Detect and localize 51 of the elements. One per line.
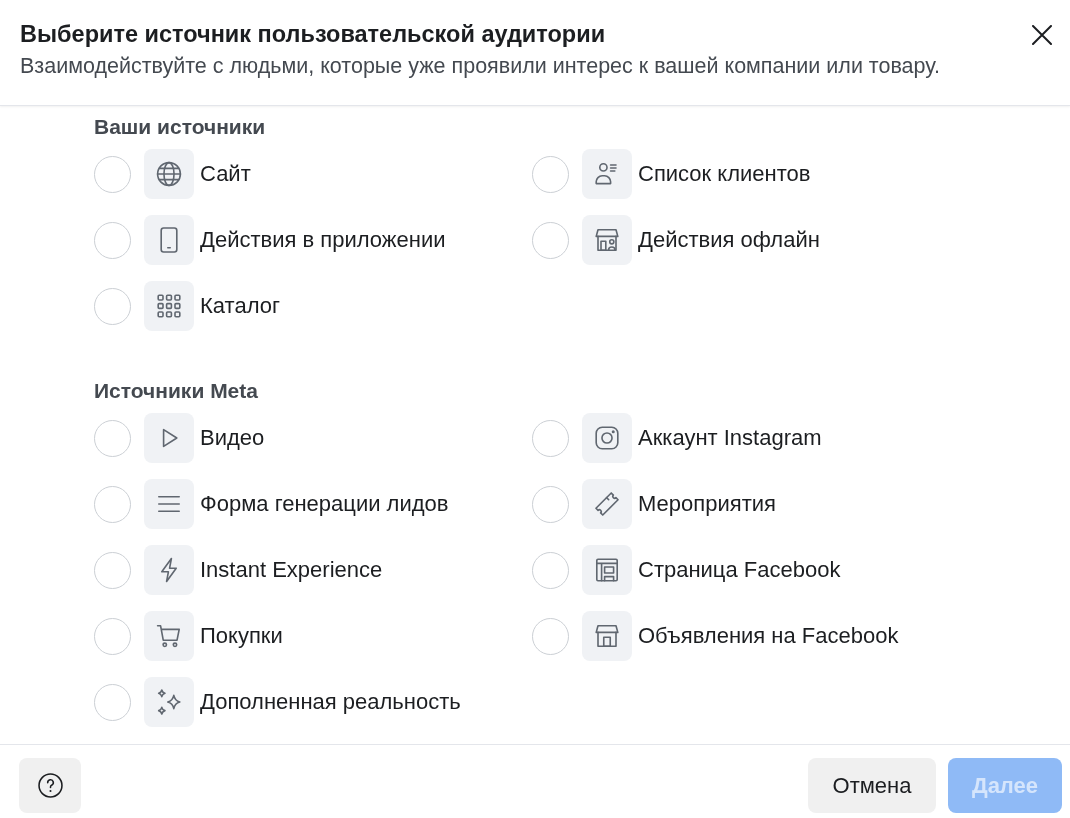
option-label[interactable]: Мероприятия	[638, 491, 776, 517]
dialog-subtitle: Взаимодействуйте с людьми, которые уже проявили интерес к вашей компании или товару.	[20, 53, 940, 79]
help-icon	[37, 773, 63, 798]
camera-outline-icon	[582, 413, 632, 463]
smartphone-icon	[144, 215, 194, 265]
help-button[interactable]	[19, 758, 81, 813]
radio-button[interactable]	[94, 617, 131, 655]
radio-button[interactable]	[532, 551, 569, 589]
cancel-button[interactable]: Отмена	[808, 758, 936, 813]
radio-button[interactable]	[94, 683, 131, 721]
option-label[interactable]: Instant Experience	[200, 557, 383, 583]
option-label[interactable]: Список клиентов	[638, 161, 811, 187]
radio-button[interactable]	[532, 155, 569, 193]
sparkles-icon	[144, 677, 194, 727]
option-label[interactable]: Объявления на Facebook	[638, 623, 899, 649]
play-icon	[144, 413, 194, 463]
option-label[interactable]: Видео	[200, 425, 265, 451]
page-layout-icon	[582, 545, 632, 595]
shopping-cart-icon	[144, 611, 194, 661]
radio-button[interactable]	[532, 419, 569, 457]
radio-button[interactable]	[532, 221, 569, 259]
section-heading: Источники Meta	[94, 379, 258, 403]
globe-icon	[144, 149, 194, 199]
contact-list-icon	[582, 149, 632, 199]
option-label[interactable]: Аккаунт Instagram	[638, 425, 822, 451]
grid-icon	[144, 281, 194, 331]
option-label[interactable]: Действия офлайн	[638, 227, 820, 253]
dialog-title: Выберите источник пользовательской аудитории	[20, 20, 606, 48]
close-icon	[1032, 25, 1052, 45]
radio-button[interactable]	[94, 221, 131, 259]
storefront-person-icon	[582, 215, 632, 265]
radio-button[interactable]	[94, 419, 131, 457]
radio-button[interactable]	[94, 287, 131, 325]
lines-icon	[144, 479, 194, 529]
section-heading: Ваши источники	[94, 115, 266, 139]
option-label[interactable]: Дополненная реальность	[200, 689, 461, 715]
option-label[interactable]: Сайт	[200, 161, 251, 187]
radio-button[interactable]	[94, 155, 131, 193]
option-label[interactable]: Действия в приложении	[200, 227, 446, 253]
option-label[interactable]: Страница Facebook	[638, 557, 841, 583]
storefront-icon	[582, 611, 632, 661]
radio-button[interactable]	[532, 617, 569, 655]
ticket-icon	[582, 479, 632, 529]
option-label[interactable]: Каталог	[200, 293, 280, 319]
option-label[interactable]: Покупки	[200, 623, 283, 649]
option-label[interactable]: Форма генерации лидов	[200, 491, 449, 517]
close-button[interactable]	[1031, 24, 1053, 46]
radio-button[interactable]	[532, 485, 569, 523]
lightning-icon	[144, 545, 194, 595]
radio-button[interactable]	[94, 551, 131, 589]
radio-button[interactable]	[94, 485, 131, 523]
